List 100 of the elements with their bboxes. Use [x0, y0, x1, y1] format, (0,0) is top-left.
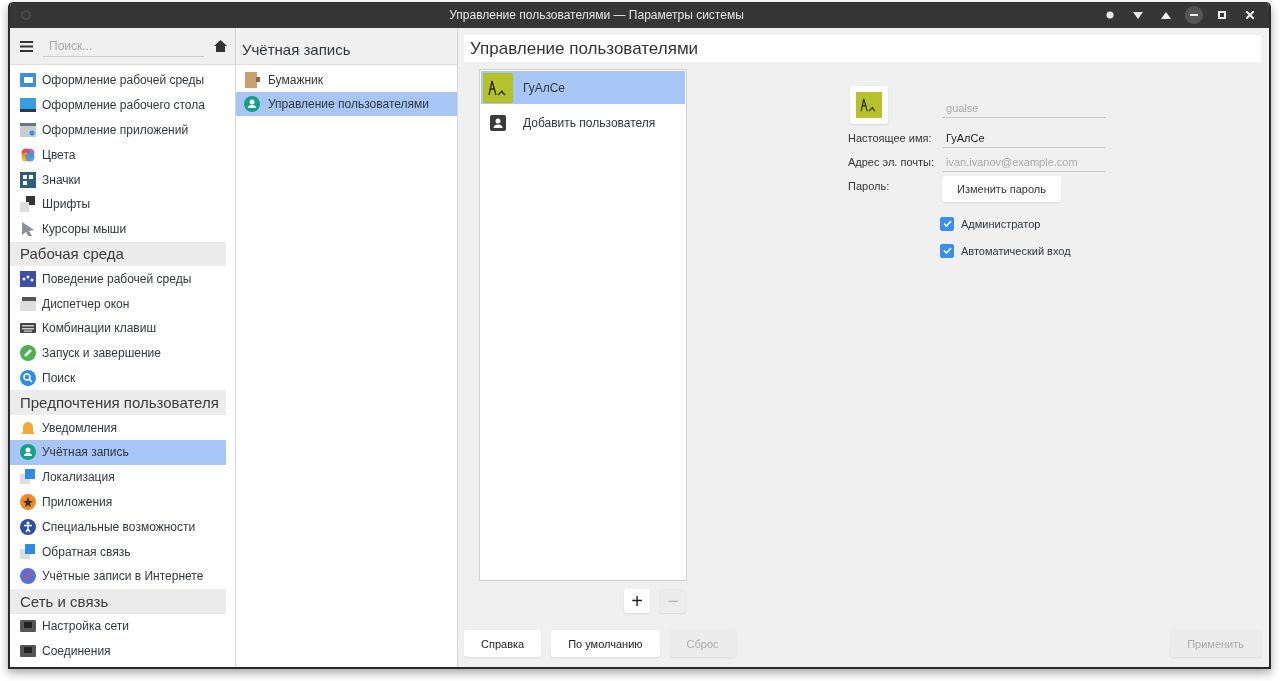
sidebar-item[interactable]: Специальные возможности: [10, 514, 226, 540]
category-header: Предпочтения пользователя: [10, 390, 226, 416]
user-list-item[interactable]: ГуАлСе: [481, 71, 685, 104]
sidebar-item-label: Диспетчер окон: [42, 296, 130, 311]
sidebar-item[interactable]: Уведомления: [10, 415, 226, 440]
subcategory-item[interactable]: Управление пользователями: [236, 92, 457, 116]
subcategory-label: Управление пользователями: [268, 97, 429, 111]
sidebar-item[interactable]: Локализация: [10, 464, 226, 490]
sidebar-item[interactable]: Диспетчер окон: [10, 291, 226, 316]
checkbox[interactable]: [940, 216, 954, 231]
sidebar-item[interactable]: Обратная связь: [10, 539, 226, 564]
sidebar-item[interactable]: Курсоры мыши: [10, 216, 226, 242]
sidebar-item-label: Настройка сети: [42, 618, 129, 633]
sidebar-item-label: Запуск и завершение: [42, 346, 161, 361]
category-header: Сеть и связь: [10, 588, 226, 614]
sidebar-item-label: Локализация: [42, 470, 115, 485]
user-icon: [20, 444, 36, 461]
user-name: ГуАлСе: [523, 80, 566, 95]
sidebar-item[interactable]: Запуск и завершение: [10, 340, 226, 366]
text-field[interactable]: ivan.ivanov@example.com: [942, 152, 1106, 172]
triangle-up-icon: [1161, 11, 1171, 19]
sidebar-item-label: Приложения: [42, 494, 113, 509]
star-icon: [20, 493, 36, 510]
window-icon: [20, 72, 36, 89]
network-icon: [20, 617, 36, 634]
field-label: Адрес эл. почты:: [848, 156, 934, 168]
field-label: Настоящее имя:: [848, 132, 933, 144]
color-petals-icon: [20, 146, 36, 163]
sidebar-item-label: Курсоры мыши: [42, 222, 127, 237]
sidebar-item-label: Комбинации клавиш: [42, 321, 157, 336]
user-icon: [244, 96, 260, 112]
avatar-drawing: [856, 92, 882, 118]
home-icon[interactable]: [214, 40, 227, 52]
menu-icon[interactable]: [20, 40, 33, 52]
add-user-button[interactable]: +: [624, 589, 650, 613]
sidebar-item[interactable]: Оформление рабочего стола: [10, 92, 226, 118]
sidebar-item-label: Значки: [42, 172, 81, 187]
avatar-button[interactable]: [850, 86, 888, 124]
window-title: Управление пользователями — Параметры системы: [448, 8, 745, 22]
dot-icon: [1106, 11, 1114, 19]
dots-icon: [20, 270, 36, 287]
sidebar-item[interactable]: Поведение рабочей среды: [10, 266, 226, 292]
triangle-down-icon: [1133, 11, 1143, 19]
footer-button[interactable]: Справка: [464, 630, 542, 657]
sidebar-item[interactable]: Оформление рабочей среды: [10, 68, 226, 93]
sidebar-item-label: Обратная связь: [42, 544, 131, 559]
sidebar-item-label: Шрифты: [42, 197, 91, 212]
sidebar-item-label: Соединения: [42, 643, 111, 658]
subcategory-item[interactable]: Бумажник: [236, 68, 457, 92]
checkbox-label: Администратор: [961, 217, 1041, 230]
text-field[interactable]: ГуАлСе: [942, 128, 1106, 148]
sidebar-item[interactable]: Настройка сети: [10, 613, 226, 639]
bell-icon: [20, 419, 36, 436]
field-label: Пароль:: [848, 179, 891, 192]
sidebar-item-label: Цвета: [42, 147, 76, 162]
checkbox-row[interactable]: Автоматический вход: [940, 239, 1106, 262]
sidebar-item-label: Учётные записи в Интернете: [42, 569, 204, 584]
sidebar-item[interactable]: Значки: [10, 167, 226, 192]
maximize-icon: [1218, 11, 1226, 19]
checkbox-label: Автоматический вход: [961, 244, 1071, 257]
desktop-icon: [20, 97, 36, 114]
sidebar-item[interactable]: Приложения: [10, 489, 226, 515]
user-name: Добавить пользователя: [523, 115, 656, 130]
sidebar-item[interactable]: Цвета: [10, 142, 226, 168]
accessibility-icon: [20, 518, 36, 535]
sidebar-item-label: Учётная запись: [42, 445, 129, 460]
checkbox[interactable]: [940, 243, 954, 258]
sidebar-item-label: Оформление рабочего стола: [42, 98, 205, 113]
sidebar-item[interactable]: Учётные записи в Интернете: [10, 563, 226, 589]
wallet-icon: [244, 72, 260, 88]
sidebar-item[interactable]: Поиск: [10, 365, 226, 391]
windows-icon: [20, 295, 36, 312]
grid-icon: [20, 171, 36, 188]
search-field[interactable]: Поиск...: [43, 35, 204, 57]
avatar-drawing: [483, 72, 513, 103]
user-add-icon: [490, 114, 506, 131]
sidebar-item-label: Специальные возможности: [42, 519, 196, 534]
sidebar-item-label: Оформление приложений: [42, 123, 189, 137]
footer-button[interactable]: По умолчанию: [551, 630, 660, 657]
sidebar-item-label: Оформление рабочей среды: [42, 73, 205, 88]
user-list-item[interactable]: Добавить пользователя: [481, 106, 685, 139]
sidebar-item[interactable]: Комбинации клавиш: [10, 315, 226, 341]
sidebar-item-label: Уведомления: [42, 420, 118, 435]
subcategory-label: Бумажник: [268, 73, 323, 87]
minimize-button[interactable]: [1185, 6, 1203, 24]
sidebar-item[interactable]: Учётная запись: [10, 439, 226, 465]
sidebar-item-label: Поведение рабочей среды: [42, 271, 192, 286]
cursor-icon: [20, 221, 36, 238]
login-field[interactable]: gualse: [942, 98, 1106, 118]
change-password-button[interactable]: Изменить пароль: [942, 176, 1061, 202]
network-icon: [20, 642, 36, 659]
category-header: Рабочая среда: [10, 241, 226, 267]
search-icon: [20, 369, 36, 386]
minimize-icon: [1190, 14, 1198, 16]
page-title: Управление пользователями: [464, 35, 1261, 62]
checkbox-row[interactable]: Администратор: [940, 212, 1106, 235]
sidebar-item[interactable]: Соединения: [10, 638, 226, 664]
sidebar-item[interactable]: Шрифты: [10, 192, 226, 217]
sidebar-item[interactable]: Оформление приложений: [10, 117, 226, 143]
sidebar-item-label: Поиск: [42, 370, 76, 385]
